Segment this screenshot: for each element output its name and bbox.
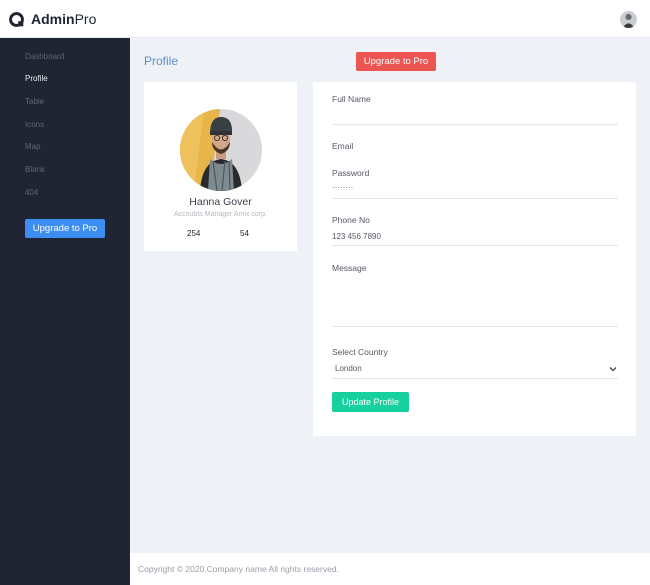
message-underline <box>332 326 618 327</box>
phone-field[interactable]: 123 456 7890 <box>332 232 381 241</box>
brand-name-light: Pro <box>74 11 97 27</box>
profile-role: Accoubts Manager Amix corp. <box>174 211 267 218</box>
password-label: Password <box>332 168 370 178</box>
password-field[interactable]: ········ <box>332 183 353 192</box>
top-bar: Admin Pro <box>0 0 650 38</box>
sidebar: Dashboard Profile Table Icons Map Blank … <box>0 38 130 585</box>
profile-stat-1: 254 <box>187 229 201 238</box>
sidebar-item-profile[interactable]: Profile <box>25 74 48 83</box>
phone-underline <box>332 245 618 246</box>
password-underline <box>332 198 618 199</box>
full-name-label: Full Name <box>332 94 371 104</box>
email-label: Email <box>332 141 354 151</box>
chevron-down-icon[interactable] <box>608 364 618 374</box>
update-profile-button[interactable]: Update Profile <box>332 392 409 412</box>
profile-form: Full Name Email Password ········ Phone … <box>313 82 636 436</box>
profile-card: Hanna Gover Accoubts Manager Amix corp. … <box>144 82 297 251</box>
message-label: Message <box>332 263 367 273</box>
profile-name: Hanna Gover <box>189 196 252 208</box>
page-title: Profile <box>144 54 179 68</box>
q-logo-icon <box>9 11 24 27</box>
sidebar-item-table[interactable]: Table <box>25 97 44 106</box>
brand[interactable]: Admin Pro <box>8 9 96 29</box>
country-select[interactable]: London <box>335 364 362 373</box>
profile-stat-2: 54 <box>240 229 249 238</box>
sidebar-item-map[interactable]: Map <box>25 142 41 151</box>
footer: Copyright © 2020.Company name All rights… <box>130 553 650 585</box>
sidebar-item-blank[interactable]: Blank <box>25 165 45 174</box>
sidebar-upgrade-button[interactable]: Upgrade to Pro <box>25 219 105 238</box>
footer-copyright: Copyright © 2020.Company name All rights… <box>138 564 339 574</box>
country-label: Select Country <box>332 347 388 357</box>
brand-name-bold: Admin <box>31 11 75 27</box>
country-underline <box>332 378 618 379</box>
profile-photo <box>180 109 262 191</box>
phone-label: Phone No <box>332 215 370 225</box>
full-name-underline <box>332 124 618 125</box>
sidebar-item-404[interactable]: 404 <box>25 188 38 197</box>
sidebar-item-icons[interactable]: Icons <box>25 120 44 129</box>
sidebar-item-dashboard[interactable]: Dashboard <box>25 52 64 61</box>
user-avatar-icon[interactable] <box>620 11 637 28</box>
upgrade-to-pro-button[interactable]: Upgrade to Pro <box>356 52 436 71</box>
